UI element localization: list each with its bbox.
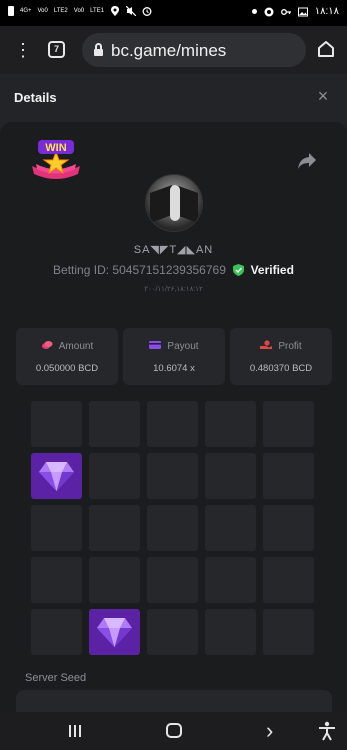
network-lte2-label: LTE2 bbox=[53, 8, 68, 14]
recents-icon[interactable] bbox=[68, 724, 82, 738]
mine-tile[interactable] bbox=[147, 505, 198, 551]
server-seed-label: Server Seed bbox=[25, 672, 87, 684]
betting-id-value[interactable]: 504571512393567​69 bbox=[112, 263, 225, 277]
tab-switcher-button[interactable]: 7 bbox=[48, 41, 65, 58]
mine-tile[interactable] bbox=[147, 401, 198, 447]
mine-tile[interactable] bbox=[31, 505, 82, 551]
betting-id-label: Betting ID: bbox=[53, 263, 110, 277]
home-icon[interactable] bbox=[317, 40, 335, 58]
mine-tile[interactable] bbox=[147, 609, 198, 655]
verified-shield-icon bbox=[233, 264, 245, 276]
amount-value: 0.050000 BCD bbox=[35, 363, 99, 374]
browser-menu-icon[interactable]: ⋮ bbox=[14, 40, 32, 60]
win-badge-icon: WIN bbox=[32, 140, 80, 179]
mine-tile[interactable] bbox=[147, 453, 198, 499]
profit-value: 0.480370 BCD bbox=[249, 363, 313, 374]
details-modal: Details × WIN SA◥◤T◢◣AN Betting ID: 5045… bbox=[0, 74, 347, 712]
lock-icon bbox=[94, 43, 103, 56]
mine-tile[interactable] bbox=[205, 453, 256, 499]
address-bar[interactable]: bc.game/mines bbox=[82, 33, 306, 67]
notification-dot-icon bbox=[251, 9, 257, 14]
win-badge-text: WIN bbox=[45, 142, 66, 154]
mine-tile[interactable] bbox=[31, 401, 82, 447]
gem-icon bbox=[39, 462, 74, 491]
hand-coins-icon bbox=[260, 340, 273, 349]
mine-tile[interactable] bbox=[89, 505, 140, 551]
key-icon bbox=[280, 8, 291, 15]
network-lte1-label: LTE1 bbox=[90, 8, 105, 14]
mine-tile[interactable] bbox=[263, 401, 314, 447]
location-icon bbox=[111, 6, 120, 16]
mine-tile[interactable] bbox=[31, 453, 82, 499]
amount-label: Amount bbox=[58, 341, 94, 352]
card-icon bbox=[149, 341, 162, 349]
mine-tile[interactable] bbox=[205, 401, 256, 447]
server-seed-field[interactable] bbox=[16, 690, 332, 712]
accessibility-icon[interactable] bbox=[318, 721, 336, 741]
bet-timestamp: ۲۰۰/۱۱/۲۶,۱۸:۱۸:۱۲ bbox=[144, 286, 203, 293]
gem-icon bbox=[97, 618, 132, 647]
gallery-icon bbox=[297, 7, 308, 16]
battery-icon bbox=[8, 6, 14, 16]
mine-tile[interactable] bbox=[263, 505, 314, 551]
share-icon[interactable] bbox=[297, 152, 317, 170]
mine-tile[interactable] bbox=[89, 401, 140, 447]
home-nav-icon[interactable] bbox=[166, 723, 182, 738]
status-bar: 4G+ Vo0 LTE2 Vo0 LTE1 ۱۸:۱۸ bbox=[0, 0, 347, 26]
mine-tile[interactable] bbox=[89, 609, 140, 655]
network-4g-label: 4G+ bbox=[20, 8, 32, 14]
payout-label: Payout bbox=[167, 341, 199, 352]
browser-toolbar: ⋮ 7 bc.game/mines bbox=[0, 26, 347, 74]
verified-label: Verified bbox=[250, 263, 294, 277]
stats-row: Amount 0.050000 BCD Payout 10.6074 x Pro… bbox=[16, 328, 332, 385]
mine-tile[interactable] bbox=[205, 557, 256, 603]
mine-tile[interactable] bbox=[263, 609, 314, 655]
vpn-icon bbox=[264, 7, 274, 16]
mine-tile[interactable] bbox=[31, 557, 82, 603]
payout-value: 10.6074 x bbox=[153, 363, 195, 374]
bet-details-card: WIN SA◥◤T◢◣AN Betting ID: 50457151239356… bbox=[0, 122, 347, 712]
mine-tile[interactable] bbox=[147, 557, 198, 603]
profit-stat: Profit 0.480370 BCD bbox=[230, 328, 332, 385]
mine-tile[interactable] bbox=[89, 557, 140, 603]
network-vo-label-1: Vo0 bbox=[37, 8, 48, 14]
amount-stat: Amount 0.050000 BCD bbox=[16, 328, 118, 385]
system-nav-bar: › bbox=[0, 712, 347, 750]
mine-tile[interactable] bbox=[263, 453, 314, 499]
network-vo-label-2: Vo0 bbox=[73, 8, 85, 14]
mine-tile[interactable] bbox=[31, 609, 82, 655]
mute-icon bbox=[126, 6, 137, 16]
profit-label: Profit bbox=[278, 341, 302, 352]
payout-stat: Payout 10.6074 x bbox=[123, 328, 225, 385]
close-icon[interactable]: × bbox=[316, 87, 330, 105]
avatar bbox=[145, 174, 203, 232]
mines-grid bbox=[31, 401, 314, 655]
coins-icon bbox=[41, 341, 53, 349]
username: SA◥◤T◢◣AN bbox=[133, 244, 214, 256]
mine-tile[interactable] bbox=[89, 453, 140, 499]
clock-time: ۱۸:۱۸ bbox=[314, 6, 339, 17]
mine-tile[interactable] bbox=[205, 609, 256, 655]
back-nav-icon[interactable]: › bbox=[266, 720, 273, 742]
url-text: bc.game/mines bbox=[111, 41, 227, 60]
betting-id-row: Betting ID: 504571512393567​69 Verified bbox=[0, 263, 347, 277]
modal-title: Details bbox=[14, 90, 57, 105]
mine-tile[interactable] bbox=[263, 557, 314, 603]
mine-tile[interactable] bbox=[205, 505, 256, 551]
alarm-icon bbox=[142, 7, 152, 16]
